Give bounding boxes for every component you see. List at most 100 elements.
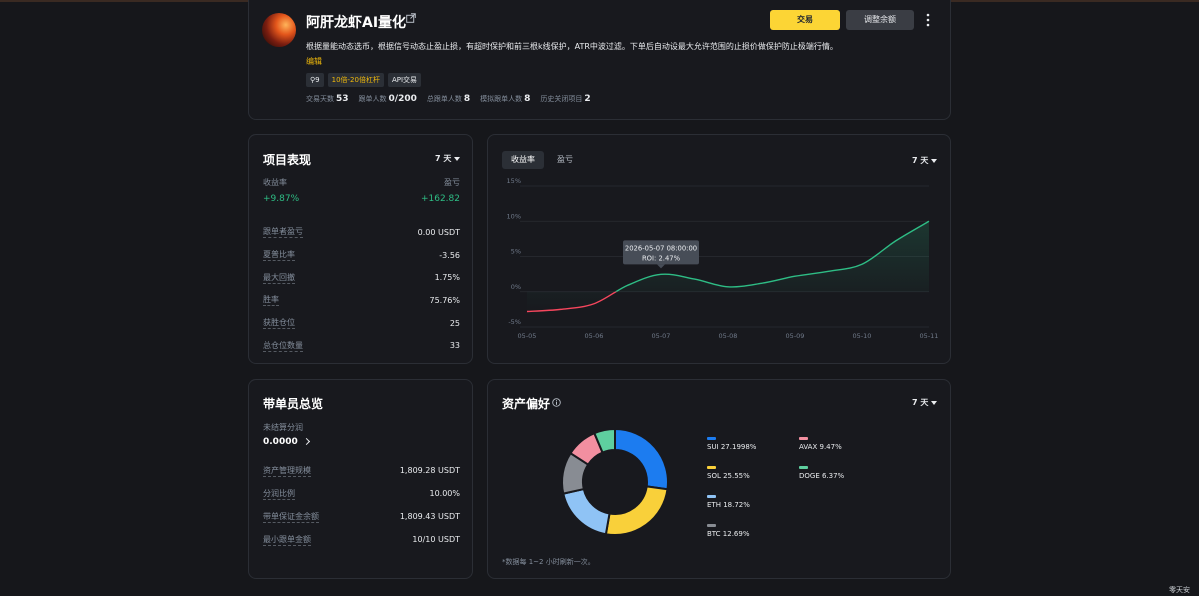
stat-copiers: 跟单人数 0/200 [358, 94, 417, 104]
metric-value: -3.56 [439, 250, 460, 260]
metric-row: 获胜仓位 25 [263, 312, 460, 335]
trader-name: 阿肝龙虾AI量化 [306, 15, 407, 31]
roi-line-chart[interactable]: 15% 10% 5% 0% -5% 05-05 05-06 05-07 05-08 05-09 05… [488, 135, 952, 365]
lead-row-value: 1,809.28 USDT [399, 466, 460, 475]
lead-row-label[interactable]: 分润比例 [263, 488, 295, 500]
metric-label[interactable]: 胜率 [263, 294, 279, 307]
watermark-text: 零天安 [1169, 586, 1190, 594]
data-point [727, 286, 729, 288]
chevron-down-icon [454, 156, 461, 161]
data-point [626, 284, 628, 286]
refresh-footnote: *数据每 1~2 小时刷新一次。 [502, 558, 595, 566]
y-tick-label: 5% [511, 248, 521, 256]
data-point [794, 275, 796, 277]
stat-mock-copiers: 模拟跟单人数 8 [480, 94, 531, 104]
data-point [559, 308, 561, 310]
x-tick-label: 05-11 [920, 332, 939, 340]
chart-tooltip: 2026-05-07 08:00:00 ROI: 2.47% [623, 240, 699, 269]
lead-row-label[interactable]: 带单保证金余额 [263, 511, 319, 523]
metric-value: 75.76% [429, 295, 460, 305]
tag-api: API交易 [387, 73, 422, 87]
tag-list: ⚲9 10倍-20倍杠杆 API交易 [306, 73, 422, 87]
stat-trading-days: 交易天数 53 [306, 94, 349, 104]
list-item: 资产管理规模 1,809.28 USDT [263, 459, 460, 482]
metric-label[interactable]: 跟单者盈亏 [263, 226, 303, 239]
avatar[interactable] [262, 13, 296, 47]
unsettled-profit-value[interactable]: 0.0000 [263, 437, 310, 447]
trader-stats: 交易天数 53 跟单人数 0/200 总跟单人数 8 模拟跟单人数 8 历史关闭项目 2 [306, 94, 591, 104]
metric-label[interactable]: 夏普比率 [263, 249, 295, 262]
data-point [827, 270, 829, 272]
legend-swatch [799, 437, 808, 440]
data-point [693, 278, 695, 280]
data-point [894, 240, 896, 242]
roi-value: +9.87% [263, 194, 300, 204]
metric-label[interactable]: 最大回撤 [263, 272, 295, 284]
legend-label: DOGE 6.37% [799, 472, 845, 480]
metric-value: 0.00 USDT [417, 227, 460, 237]
performance-values: +9.87% +162.82 [263, 194, 460, 204]
stat-closed-projects[interactable]: 历史关闭项目 2 [540, 94, 590, 104]
legend-label: SUI 27.1998% [707, 443, 757, 451]
pnl-value: +162.82 [420, 194, 460, 204]
lead-trader-summary-card: 带单员总览 未结算分润 0.0000 资产管理规模 1,809.28 USDT 分… [248, 379, 473, 579]
metric-row: 胜率 75.76% [263, 289, 460, 312]
roi-area-fill [527, 221, 929, 312]
legend-swatch [799, 466, 808, 469]
metric-value: 1.75% [434, 273, 460, 283]
data-point [526, 310, 528, 312]
metric-row: 总仓位数量 33 [263, 334, 460, 357]
donut-slice [604, 485, 669, 536]
asset-donut-chart[interactable]: SUI 27.1998% SOL 25.55% ETH 18.72% BTC 12.6… [488, 380, 952, 580]
list-item: 分润比例 10.00% [263, 482, 460, 505]
list-item: 最小跟单金额 10/10 USDT [263, 528, 460, 551]
x-tick-label: 05-06 [585, 332, 604, 340]
legend-label: ETH 18.72% [707, 501, 750, 509]
tag-leverage: 10倍-20倍杠杆 [327, 73, 384, 87]
lead-row-value: 10/10 USDT [412, 535, 460, 544]
asset-preference-card: 资产偏好 7 天 SUI 27.1998% SOL 25.55% ETH 18.72… [487, 379, 951, 579]
metric-value: 33 [449, 341, 460, 351]
trade-button[interactable]: 交易 [770, 10, 840, 30]
more-vertical-icon[interactable] [924, 12, 932, 28]
tab-roi[interactable]: 收益率 [502, 151, 544, 169]
metric-label[interactable]: 总仓位数量 [263, 340, 303, 352]
stat-total-copiers: 总跟单人数 8 [426, 94, 471, 104]
performance-card: 项目表现 7 天 收益率 盈亏 +9.87% +162.82 跟单者盈亏 0.00… [248, 134, 473, 364]
trader-description: 根据量能动态选币，根据信号动态止盈止损，有超时保护和前三根k线保护，ATR中波过… [306, 42, 838, 51]
metric-value: 25 [449, 318, 460, 328]
metric-row: 最大回撤 1.75% [263, 266, 460, 289]
y-tick-label: 10% [507, 212, 521, 220]
y-tick-label: -5% [508, 318, 521, 326]
lead-row-value: 1,809.43 USDT [399, 512, 460, 521]
lead-summary-title: 带单员总览 [263, 397, 324, 411]
donut-slice [562, 487, 611, 536]
y-tick-label: 15% [507, 177, 521, 185]
tab-pnl[interactable]: 盈亏 [548, 151, 582, 169]
metric-list: 跟单者盈亏 0.00 USDT 夏普比率 -3.56 最大回撤 1.75% 胜率 75.… [263, 221, 460, 357]
data-point [760, 282, 762, 284]
edit-link[interactable]: 编辑 [306, 56, 322, 67]
donut-slice [614, 427, 669, 491]
x-tick-label: 05-10 [853, 332, 872, 340]
lead-row-label[interactable]: 最小跟单金额 [263, 534, 311, 546]
chart-tab-bar: 收益率 盈亏 [502, 151, 582, 169]
chevron-right-icon [302, 437, 310, 446]
lead-row-label[interactable]: 资产管理规模 [263, 465, 311, 477]
unsettled-profit-label: 未结算分润 [263, 423, 303, 432]
performance-period-select[interactable]: 7 天 [435, 153, 461, 164]
tooltip-arrow [657, 264, 665, 269]
legend-label: BTC 12.69% [707, 530, 750, 538]
x-tick-label: 05-07 [652, 332, 671, 340]
metric-label[interactable]: 获胜仓位 [263, 317, 295, 330]
tag-followers: ⚲9 [306, 73, 324, 87]
share-external-icon[interactable] [406, 13, 416, 23]
metric-row: 跟单者盈亏 0.00 USDT [263, 221, 460, 244]
trader-header-card: 阿肝龙虾AI量化 根据量能动态选币，根据信号动态止盈止损，有超时保护和前三根k线… [248, 0, 951, 120]
adjust-balance-button[interactable]: 调整余额 [846, 10, 914, 30]
roi-chart-card: 15% 10% 5% 0% -5% 05-05 05-06 05-07 05-08 05-09 05… [487, 134, 951, 364]
data-point [660, 273, 662, 275]
chart-period-select[interactable]: 7 天 [912, 155, 938, 166]
legend-label: AVAX 9.47% [799, 443, 842, 451]
lead-summary-list: 资产管理规模 1,809.28 USDT 分润比例 10.00% 带单保证金余额 1,… [263, 459, 460, 551]
